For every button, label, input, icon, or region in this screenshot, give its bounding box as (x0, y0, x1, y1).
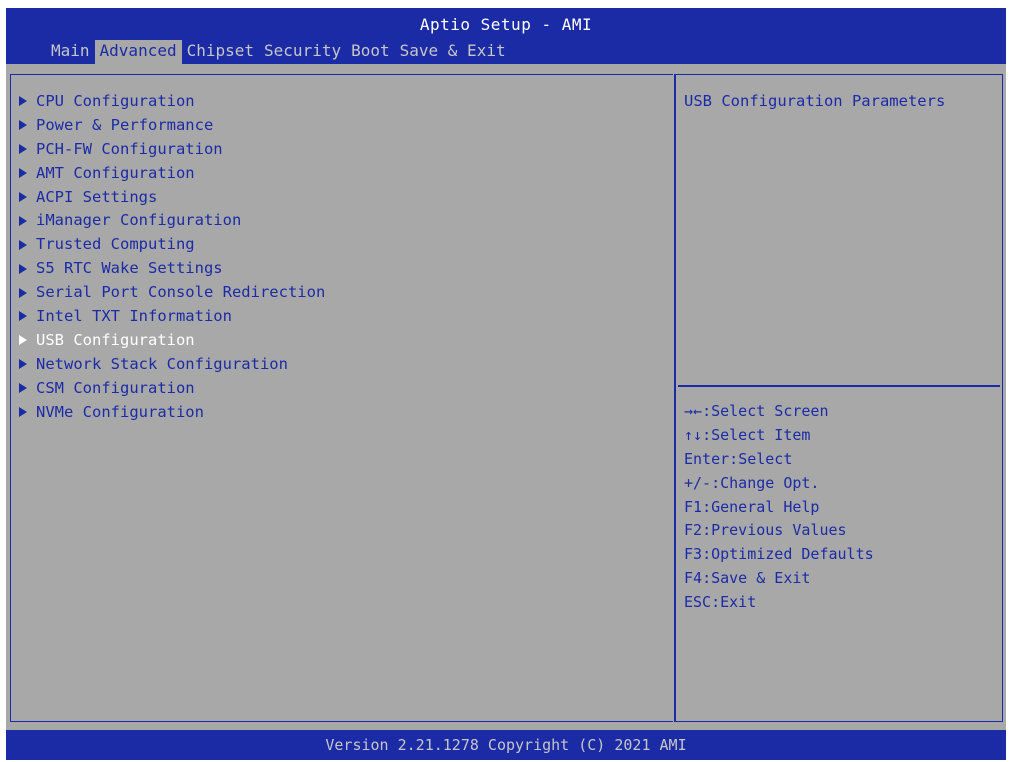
key-action: Select Item (711, 425, 811, 444)
key-action: Exit (720, 593, 757, 612)
submenu-arrow-icon (19, 168, 27, 179)
key-separator: : (702, 569, 712, 588)
menu-item-label: NVMe Configuration (36, 402, 204, 421)
key-hint: F1: General Help (684, 495, 874, 519)
key-name: ↑↓ (684, 425, 703, 444)
submenu-arrow-icon (19, 239, 27, 250)
key-action: Select Screen (711, 401, 829, 420)
menu-item-cpu-configuration[interactable]: CPU Configuration (19, 89, 325, 113)
tab-bar: Main Advanced Chipset Security Boot Save & Ex… (46, 40, 511, 64)
help-description: USB Configuration Parameters (684, 92, 946, 110)
menu-item-label: Trusted Computing (36, 235, 195, 254)
app-title: Aptio Setup - AMI (419, 15, 593, 34)
key-action: General Help (711, 497, 820, 516)
menu-item-imanager-configuration[interactable]: iManager Configuration (19, 208, 325, 232)
key-hint: Enter: Select (684, 447, 874, 471)
menu-item-label: iManager Configuration (36, 211, 242, 230)
key-hint: F3: Optimized Defaults (684, 542, 874, 566)
key-separator: : (702, 521, 712, 540)
submenu-arrow-icon (19, 287, 27, 298)
key-name: +/- (684, 473, 712, 492)
submenu-arrow-icon (19, 407, 27, 418)
key-name: →← (684, 401, 703, 420)
menu-item-network-stack-configuration[interactable]: Network Stack Configuration (19, 352, 325, 376)
menu-item-label: CPU Configuration (36, 91, 195, 110)
menu-item-label: ACPI Settings (36, 187, 158, 206)
key-separator: : (702, 545, 712, 564)
key-name: Enter (684, 449, 730, 468)
menu-item-trusted-computing[interactable]: Trusted Computing (19, 232, 325, 256)
key-name: F2 (684, 521, 703, 540)
key-action: Select (738, 449, 793, 468)
key-action: Optimized Defaults (711, 545, 874, 564)
key-hint: F4: Save & Exit (684, 566, 874, 590)
version-bar: Version 2.21.1278 Copyright (C) 2021 AMI (6, 730, 1006, 760)
menu-item-pch-fw-configuration[interactable]: PCH-FW Configuration (19, 137, 325, 161)
main-panel: CPU Configuration Power & Performance PCH-… (10, 74, 673, 722)
menu-item-label: Serial Port Console Redirection (36, 283, 326, 302)
key-name: ESC (684, 593, 712, 612)
tab-chipset[interactable]: Chipset (182, 40, 259, 64)
key-separator: : (711, 473, 721, 492)
key-hint: ESC: Exit (684, 590, 874, 614)
submenu-arrow-icon (19, 263, 27, 274)
key-action: Save & Exit (711, 569, 811, 588)
bios-screen: Aptio Setup - AMI Main Advanced Chipset Sec… (6, 8, 1006, 760)
menu-item-label: Intel TXT Information (36, 306, 232, 325)
key-hint: →←: Select Screen (684, 399, 874, 423)
submenu-arrow-icon (19, 215, 27, 226)
menu-item-label: PCH-FW Configuration (36, 139, 223, 158)
key-action: Previous Values (711, 521, 847, 540)
menu-item-intel-txt-information[interactable]: Intel TXT Information (19, 304, 325, 328)
submenu-arrow-icon (19, 120, 27, 131)
key-name: F1 (684, 497, 703, 516)
tab-security[interactable]: Security (259, 40, 346, 64)
key-separator: : (702, 497, 712, 516)
submenu-arrow-icon (19, 383, 27, 394)
menu-item-label: CSM Configuration (36, 378, 195, 397)
menu-item-label: Network Stack Configuration (36, 354, 288, 373)
submenu-arrow-icon (19, 311, 27, 322)
menu-item-acpi-settings[interactable]: ACPI Settings (19, 185, 325, 209)
key-hint: +/-: Change Opt. (684, 471, 874, 495)
menu-item-label: USB Configuration (36, 330, 195, 349)
menu-item-s5-rtc-wake-settings[interactable]: S5 RTC Wake Settings (19, 256, 325, 280)
key-hint: F2: Previous Values (684, 518, 874, 542)
menu-item-amt-configuration[interactable]: AMT Configuration (19, 161, 325, 185)
key-separator: : (729, 449, 739, 468)
submenu-arrow-icon (19, 96, 27, 107)
key-separator: : (702, 425, 712, 444)
menu-item-nvme-configuration[interactable]: NVMe Configuration (19, 400, 325, 424)
menu-item-label: S5 RTC Wake Settings (36, 259, 223, 278)
submenu-arrow-icon (19, 144, 27, 155)
key-legend: →←: Select Screen ↑↓: Select Item Enter: S… (684, 399, 874, 614)
submenu-arrow-icon (19, 335, 27, 346)
key-action: Change Opt. (720, 473, 820, 492)
key-name: F4 (684, 569, 703, 588)
tab-advanced[interactable]: Advanced (94, 40, 182, 64)
submenu-arrow-icon (19, 359, 27, 370)
title-bar: Aptio Setup - AMI Main Advanced Chipset Sec… (6, 8, 1006, 64)
key-name: F3 (684, 545, 703, 564)
help-divider (678, 385, 1000, 387)
key-separator: : (702, 401, 712, 420)
tab-save-exit[interactable]: Save & Exit (395, 40, 511, 64)
menu-item-csm-configuration[interactable]: CSM Configuration (19, 376, 325, 400)
submenu-arrow-icon (19, 192, 27, 202)
menu-list: CPU Configuration Power & Performance PCH-… (19, 89, 325, 423)
menu-item-serial-port-console-redirection[interactable]: Serial Port Console Redirection (19, 280, 325, 304)
menu-item-power-performance[interactable]: Power & Performance (19, 113, 325, 137)
help-panel: USB Configuration Parameters →←: Select … (676, 74, 1003, 722)
key-hint: ↑↓: Select Item (684, 423, 874, 447)
tab-main[interactable]: Main (46, 40, 95, 64)
menu-item-usb-configuration[interactable]: USB Configuration (19, 328, 325, 352)
tab-boot[interactable]: Boot (346, 40, 395, 64)
menu-item-label: AMT Configuration (36, 163, 195, 182)
key-separator: : (711, 593, 721, 612)
menu-item-label: Power & Performance (36, 115, 214, 134)
